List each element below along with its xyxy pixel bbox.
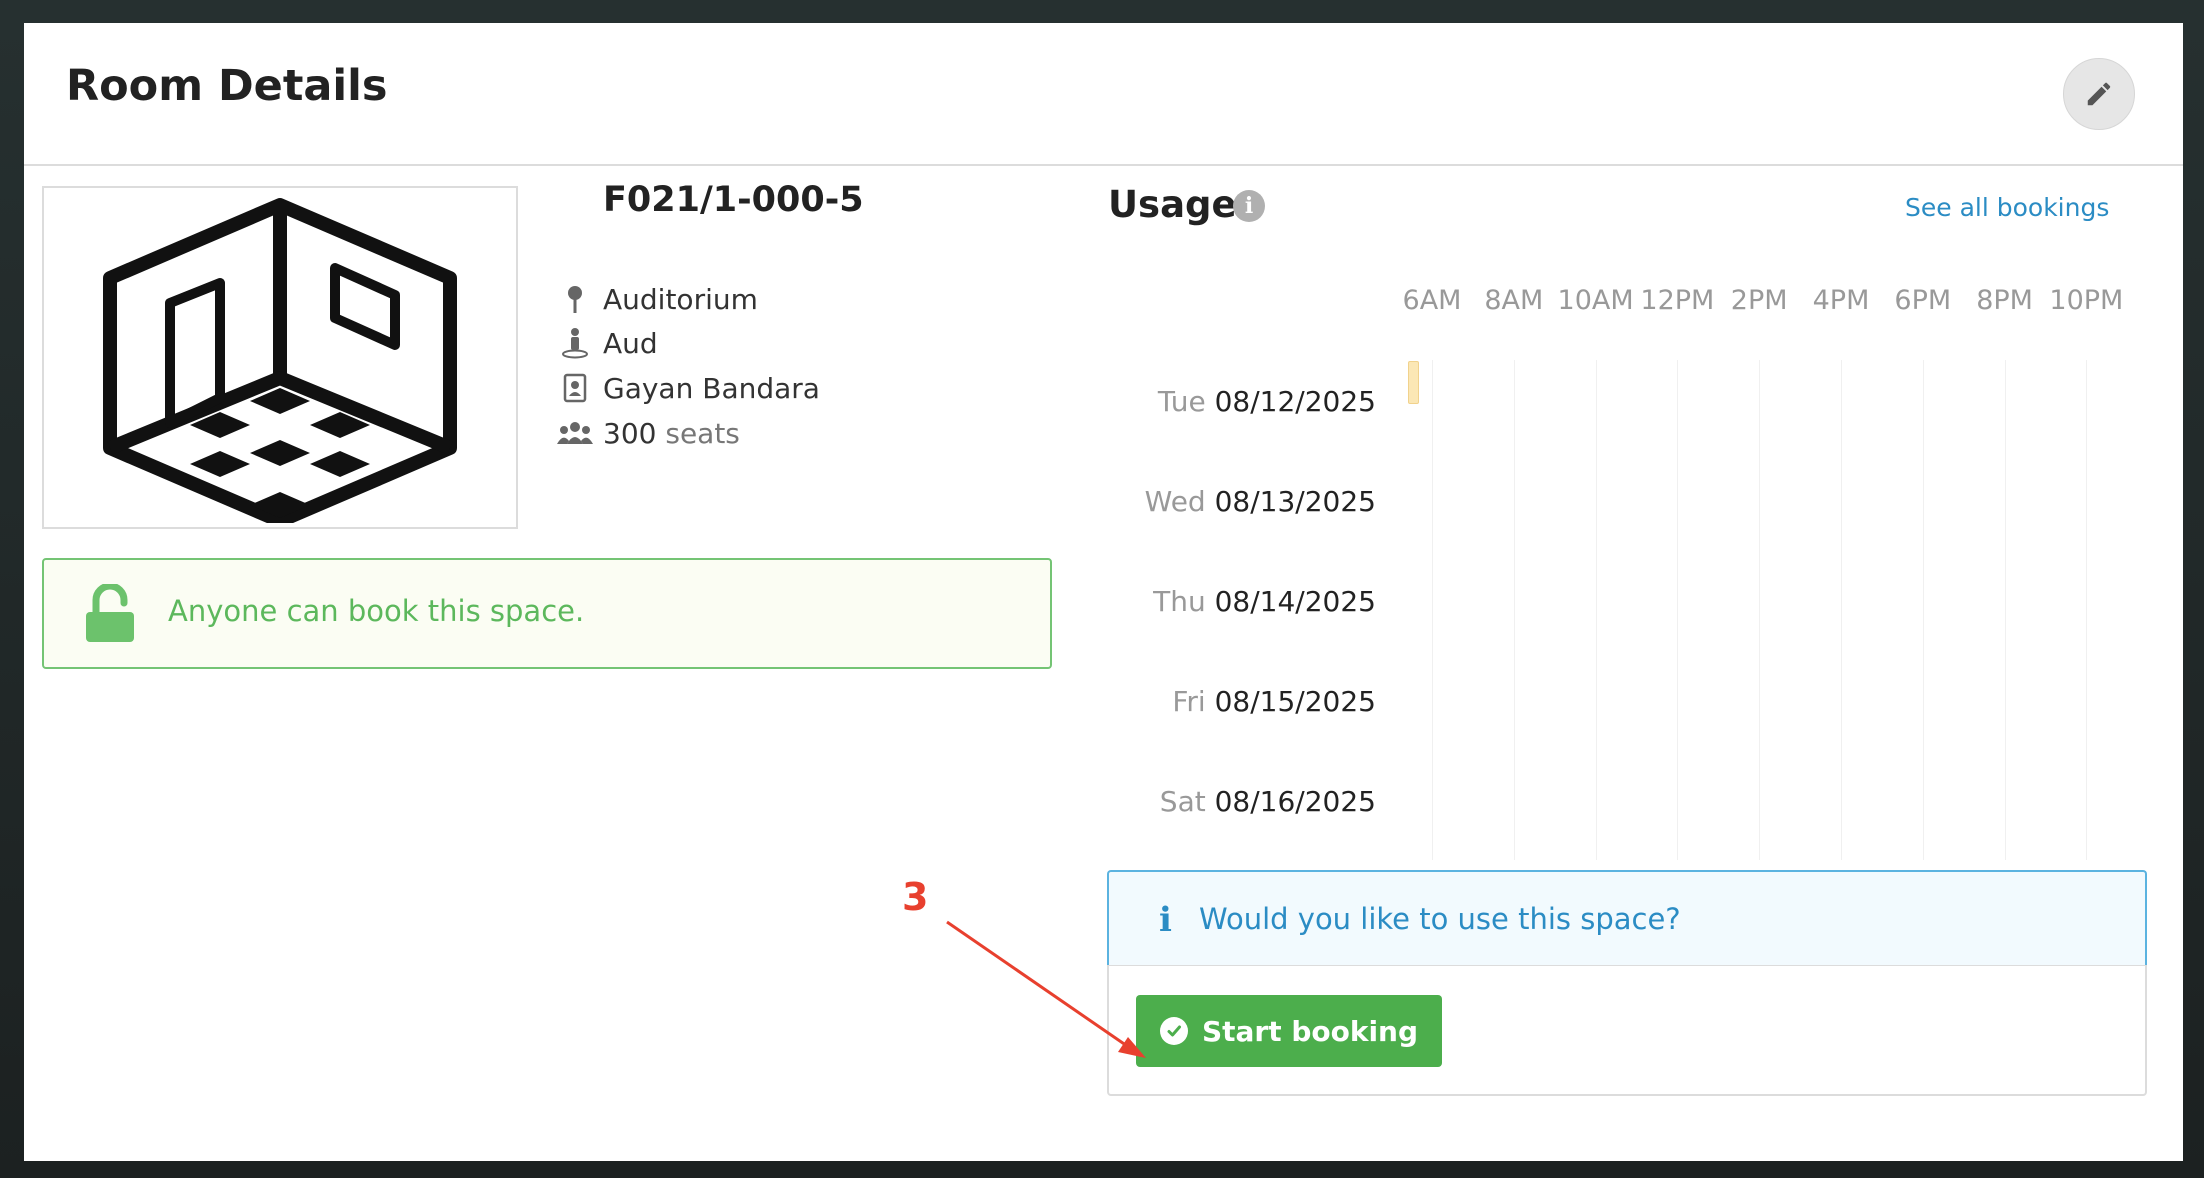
hour-label: 10PM (2049, 285, 2124, 316)
room-isometric-icon (103, 197, 457, 523)
room-image (42, 186, 518, 529)
person-floor-icon (555, 323, 595, 363)
hour-label: 6AM (1402, 285, 1462, 316)
usage-day-row: Wed 08/13/2025 (1076, 485, 1376, 518)
day-of-week: Wed (1144, 485, 1215, 518)
usage-day-row: Fri 08/15/2025 (1076, 685, 1376, 718)
modal-title: Room Details (66, 61, 388, 111)
room-name: F021/1-000-5 (603, 180, 864, 220)
hour-grid-line (2004, 360, 2006, 860)
seats-count: 300 (603, 416, 657, 450)
building-row: Auditorium (555, 279, 758, 319)
map-pin-icon (555, 279, 595, 319)
access-notice: Anyone can book this space. (42, 558, 1052, 669)
contact-name: Gayan Bandara (603, 371, 820, 405)
usage-title: Usage (1108, 183, 1237, 226)
users-icon (555, 413, 595, 453)
hour-label: 8PM (1976, 285, 2033, 316)
seats-label: seats (665, 416, 740, 450)
annotation-step-number: 3 (902, 875, 929, 919)
existing-booking-block[interactable] (1408, 361, 1419, 404)
day-date: 08/13/2025 (1214, 485, 1376, 518)
building-name: Auditorium (603, 282, 758, 316)
usage-day-row: Sat 08/16/2025 (1076, 785, 1376, 818)
day-of-week: Sat (1159, 785, 1215, 818)
hour-grid-line (1759, 360, 1761, 860)
day-date: 08/15/2025 (1214, 685, 1376, 718)
access-text: Anyone can book this space. (168, 594, 585, 628)
see-all-bookings-link[interactable]: See all bookings (1905, 193, 2109, 222)
contact-row: Gayan Bandara (555, 368, 820, 408)
day-of-week: Tue (1157, 385, 1215, 418)
hour-label: 8AM (1484, 285, 1544, 316)
day-date: 08/14/2025 (1214, 585, 1376, 618)
info-circle-icon[interactable]: i (1233, 190, 1265, 222)
day-date: 08/16/2025 (1214, 785, 1376, 818)
info-icon: i (1159, 900, 1172, 940)
check-circle-icon (1159, 1017, 1188, 1045)
hour-grid-line (1432, 360, 1433, 860)
edit-button[interactable] (2063, 58, 2135, 130)
pencil-icon (2087, 82, 2111, 106)
start-booking-button[interactable]: Start booking (1136, 995, 1442, 1067)
hour-label: 4PM (1812, 285, 1870, 316)
modal-header: Room Details (24, 23, 2183, 166)
booking-question: Would you like to use this space? (1199, 902, 1681, 936)
usage-day-row: Tue 08/12/2025 (1076, 385, 1376, 418)
day-of-week: Thu (1153, 585, 1215, 618)
day-of-week: Fri (1172, 685, 1215, 718)
hour-grid-line (1922, 360, 1924, 860)
hour-label: 2PM (1730, 285, 1788, 316)
day-date: 08/12/2025 (1214, 385, 1376, 418)
booking-question-callout: i Would you like to use this space? (1107, 870, 2147, 965)
seats-row: 300 seats (555, 413, 740, 453)
hour-grid-line (1841, 360, 1842, 860)
usage-day-row: Thu 08/14/2025 (1076, 585, 1376, 618)
floor-row: Aud (555, 323, 658, 363)
start-booking-label: Start booking (1201, 1014, 1419, 1048)
floor-name: Aud (603, 326, 658, 360)
hour-label: 12PM (1640, 285, 1715, 316)
hour-grid-line (1513, 360, 1515, 860)
hour-grid-line (1677, 360, 1679, 860)
hour-label: 10AM (1557, 285, 1634, 316)
unlock-icon (86, 584, 134, 642)
contact-card-icon (555, 368, 595, 408)
hour-label: 6PM (1894, 285, 1952, 316)
hour-grid-line (1595, 360, 1597, 860)
hour-grid-line (2086, 360, 2088, 860)
